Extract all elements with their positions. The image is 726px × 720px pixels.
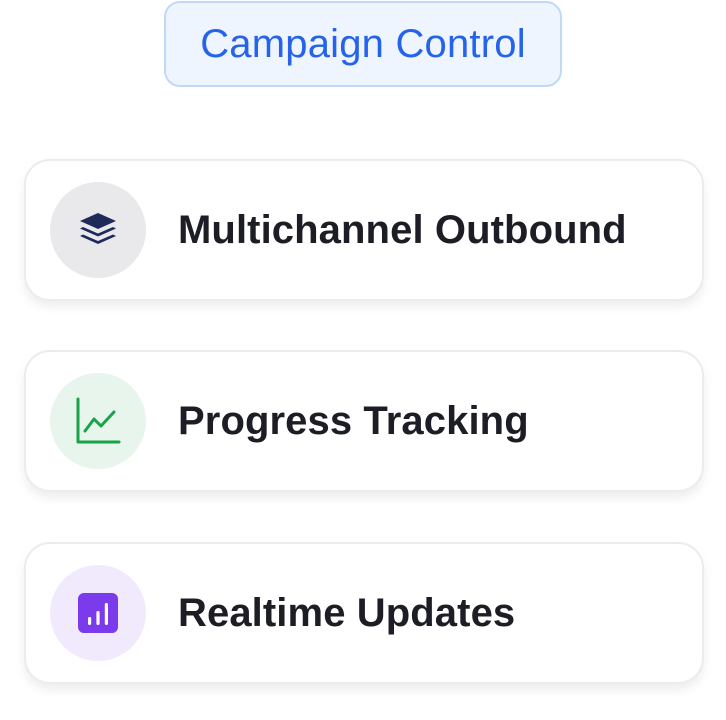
page: Campaign Control Multichannel Outbound P… [0,0,726,720]
page-title-badge: Campaign Control [164,1,562,87]
feature-card-progress-tracking: Progress Tracking [24,350,704,492]
feature-label: Realtime Updates [178,590,516,635]
feature-label: Progress Tracking [178,398,529,443]
icon-circle [50,182,146,278]
page-title: Campaign Control [200,21,526,66]
line-chart-icon [74,397,122,445]
feature-card-realtime-updates: Realtime Updates [24,542,704,684]
feature-label: Multichannel Outbound [178,207,627,252]
feature-card-multichannel-outbound: Multichannel Outbound [24,159,704,301]
icon-circle [50,565,146,661]
bar-chart-icon [78,593,118,633]
layers-icon [76,210,120,250]
icon-circle [50,373,146,469]
